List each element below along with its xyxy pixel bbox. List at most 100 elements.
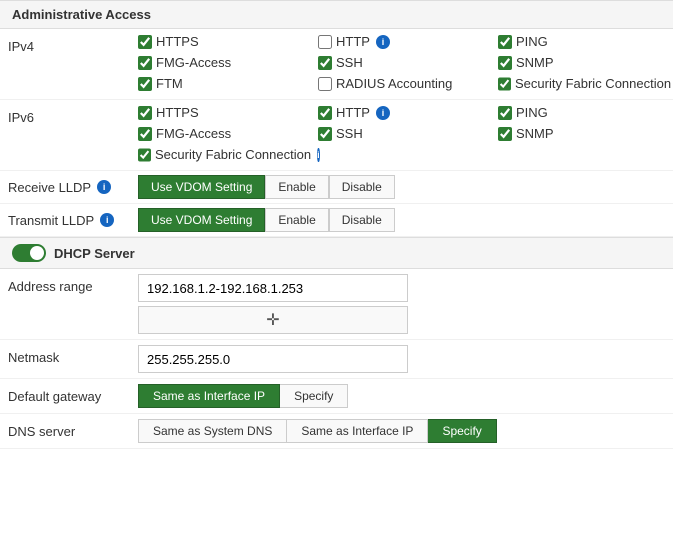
ipv6-secfab-label: Security Fabric Connection <box>155 147 311 162</box>
ipv6-ssh-item: SSH <box>318 126 498 141</box>
ipv4-https-checkbox[interactable] <box>138 35 152 49</box>
address-range-add-button[interactable]: ✛ <box>138 306 408 334</box>
default-gateway-same-ip-button[interactable]: Same as Interface IP <box>138 384 280 408</box>
ipv4-fmg-checkbox[interactable] <box>138 56 152 70</box>
ipv4-fmg-item: FMG-Access <box>138 55 318 70</box>
ipv6-http-item: HTTP i <box>318 105 498 120</box>
ipv6-secfab-info-icon[interactable]: i <box>317 148 320 162</box>
receive-lldp-label: Receive LLDP i <box>8 180 138 195</box>
address-range-input[interactable] <box>138 274 408 302</box>
netmask-row: Netmask <box>0 340 673 379</box>
ipv4-http-info-icon[interactable]: i <box>376 35 390 49</box>
ipv6-row: IPv6 HTTPS HTTP i PING FMG-Access <box>0 100 673 171</box>
ipv4-https-label: HTTPS <box>156 34 199 49</box>
ipv4-http-item: HTTP i <box>318 34 498 49</box>
ipv6-ping-checkbox[interactable] <box>498 106 512 120</box>
ipv6-https-label: HTTPS <box>156 105 199 120</box>
default-gateway-label: Default gateway <box>8 384 138 404</box>
transmit-lldp-disable-button[interactable]: Disable <box>329 208 395 232</box>
ipv4-https-item: HTTPS <box>138 34 318 49</box>
ipv4-ssh-checkbox[interactable] <box>318 56 332 70</box>
ipv4-ftm-item: FTM <box>138 76 318 91</box>
ipv4-radius-item: RADIUS Accounting <box>318 76 498 91</box>
transmit-lldp-label: Transmit LLDP i <box>8 213 138 228</box>
transmit-lldp-info-icon[interactable]: i <box>100 213 114 227</box>
ipv4-snmp-checkbox[interactable] <box>498 56 512 70</box>
address-range-row: Address range ✛ <box>0 269 673 340</box>
netmask-input[interactable] <box>138 345 408 373</box>
ipv4-checkbox-grid: HTTPS HTTP i PING FMG-Access SSH <box>138 34 673 94</box>
default-gateway-specify-button[interactable]: Specify <box>280 384 348 408</box>
dhcp-toggle-slider <box>12 244 46 262</box>
ipv4-checkboxes: HTTPS HTTP i PING FMG-Access SSH <box>138 34 673 94</box>
ipv4-ftm-label: FTM <box>156 76 183 91</box>
default-gateway-row: Default gateway Same as Interface IP Spe… <box>0 379 673 414</box>
ipv6-fmg-item: FMG-Access <box>138 126 318 141</box>
ipv6-secfab-checkbox[interactable] <box>138 148 151 162</box>
transmit-lldp-buttons: Use VDOM Setting Enable Disable <box>138 208 395 232</box>
ipv6-snmp-item: SNMP <box>498 126 673 141</box>
ipv4-fmg-label: FMG-Access <box>156 55 231 70</box>
ipv6-ping-item: PING <box>498 105 673 120</box>
ipv4-ping-checkbox[interactable] <box>498 35 512 49</box>
ipv6-secfab-item: Security Fabric Connection i <box>138 147 318 162</box>
dhcp-title: DHCP Server <box>54 246 135 261</box>
dhcp-server-header: DHCP Server <box>0 237 673 269</box>
admin-access-header: Administrative Access <box>0 0 673 29</box>
dns-server-specify-button[interactable]: Specify <box>428 419 496 443</box>
ipv4-secfab-label: Security Fabric Connection <box>515 76 671 91</box>
dns-server-content: Same as System DNS Same as Interface IP … <box>138 419 665 443</box>
transmit-lldp-vdom-button[interactable]: Use VDOM Setting <box>138 208 265 232</box>
ipv6-https-item: HTTPS <box>138 105 318 120</box>
receive-lldp-vdom-button[interactable]: Use VDOM Setting <box>138 175 265 199</box>
transmit-lldp-enable-button[interactable]: Enable <box>265 208 328 232</box>
ipv4-secfab-item: Security Fabric Connection i <box>498 76 673 91</box>
default-gateway-content: Same as Interface IP Specify <box>138 384 665 408</box>
ipv6-http-label: HTTP <box>336 105 370 120</box>
ipv6-ssh-label: SSH <box>336 126 363 141</box>
ipv6-label: IPv6 <box>8 105 138 125</box>
ipv4-ssh-label: SSH <box>336 55 363 70</box>
ipv4-ping-label: PING <box>516 34 548 49</box>
ipv4-secfab-checkbox[interactable] <box>498 77 511 91</box>
default-gateway-options: Same as Interface IP Specify <box>138 384 665 408</box>
receive-lldp-row: Receive LLDP i Use VDOM Setting Enable D… <box>0 171 673 204</box>
receive-lldp-enable-button[interactable]: Enable <box>265 175 328 199</box>
dhcp-toggle[interactable] <box>12 244 46 262</box>
transmit-lldp-row: Transmit LLDP i Use VDOM Setting Enable … <box>0 204 673 237</box>
ipv4-ssh-item: SSH <box>318 55 498 70</box>
dns-server-system-dns-button[interactable]: Same as System DNS <box>138 419 287 443</box>
dns-server-interface-ip-button[interactable]: Same as Interface IP <box>287 419 428 443</box>
address-range-content: ✛ <box>138 274 665 334</box>
receive-lldp-info-icon[interactable]: i <box>97 180 111 194</box>
ipv4-snmp-item: SNMP <box>498 55 673 70</box>
ipv6-http-checkbox[interactable] <box>318 106 332 120</box>
ipv4-radius-checkbox[interactable] <box>318 77 332 91</box>
ipv6-ping-label: PING <box>516 105 548 120</box>
ipv4-radius-label: RADIUS Accounting <box>336 76 452 91</box>
ipv6-snmp-checkbox[interactable] <box>498 127 512 141</box>
dns-server-options: Same as System DNS Same as Interface IP … <box>138 419 665 443</box>
ipv4-ftm-checkbox[interactable] <box>138 77 152 91</box>
dns-server-row: DNS server Same as System DNS Same as In… <box>0 414 673 449</box>
ipv6-checkbox-grid: HTTPS HTTP i PING FMG-Access SSH <box>138 105 673 165</box>
dns-server-label: DNS server <box>8 419 138 439</box>
ipv6-fmg-checkbox[interactable] <box>138 127 152 141</box>
netmask-content <box>138 345 665 373</box>
ipv6-https-checkbox[interactable] <box>138 106 152 120</box>
receive-lldp-buttons: Use VDOM Setting Enable Disable <box>138 175 395 199</box>
ipv4-row: IPv4 HTTPS HTTP i PING FMG-Access <box>0 29 673 100</box>
ipv4-http-checkbox[interactable] <box>318 35 332 49</box>
ipv6-http-info-icon[interactable]: i <box>376 106 390 120</box>
ipv4-label: IPv4 <box>8 34 138 54</box>
ipv4-ping-item: PING <box>498 34 673 49</box>
plus-icon: ✛ <box>266 310 279 330</box>
ipv6-ssh-checkbox[interactable] <box>318 127 332 141</box>
ipv6-checkboxes: HTTPS HTTP i PING FMG-Access SSH <box>138 105 673 165</box>
ipv4-http-label: HTTP <box>336 34 370 49</box>
receive-lldp-disable-button[interactable]: Disable <box>329 175 395 199</box>
netmask-label: Netmask <box>8 345 138 365</box>
ipv6-snmp-label: SNMP <box>516 126 554 141</box>
address-range-label: Address range <box>8 274 138 294</box>
ipv4-snmp-label: SNMP <box>516 55 554 70</box>
